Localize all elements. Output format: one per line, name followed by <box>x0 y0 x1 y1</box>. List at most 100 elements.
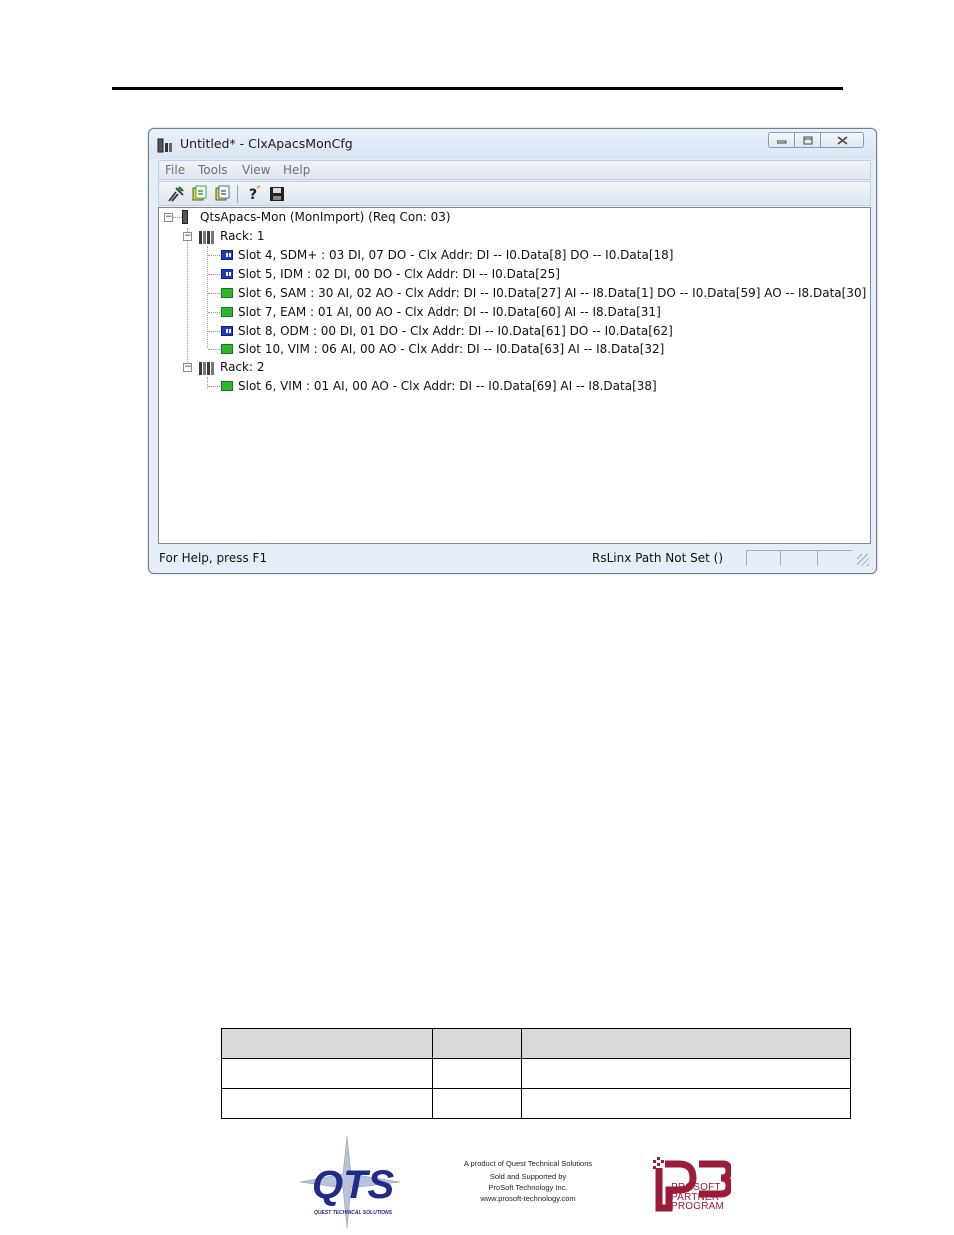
minimize-button[interactable] <box>768 132 795 148</box>
slot-label: Slot 4, SDM+ : 03 DI, 07 DO - Clx Addr: … <box>238 248 674 262</box>
close-button[interactable] <box>820 132 864 148</box>
window-title: Untitled* - ClxApacsMonCfg <box>180 136 353 151</box>
app-icon <box>157 138 172 153</box>
tree-connector <box>208 312 220 313</box>
rack1-collapse-toggle[interactable]: − <box>183 232 192 241</box>
menu-bar: File Tools View Help <box>158 160 871 180</box>
menu-file[interactable]: File <box>165 163 185 177</box>
tree-slot-node[interactable]: Slot 7, EAM : 01 AI, 00 AO - Clx Addr: D… <box>221 304 661 320</box>
table-cell <box>521 1058 851 1089</box>
svg-text:QUEST TECHNICAL SOLUTIONS: QUEST TECHNICAL SOLUTIONS <box>314 1210 393 1216</box>
toolbar: ? <box>158 181 871 206</box>
status-pane <box>746 550 780 566</box>
discrete-module-icon <box>221 250 233 260</box>
tree-slot-node[interactable]: Slot 6, VIM : 01 AI, 00 AO - Clx Addr: D… <box>221 378 657 394</box>
tree-root-label: QtsApacs-Mon (MonImport) (Req Con: 03) <box>200 210 451 224</box>
footer-line: A product of Quest Technical Solutions <box>463 1159 593 1168</box>
download-button[interactable] <box>190 185 208 203</box>
table-cell <box>221 1088 433 1119</box>
download-icon <box>192 185 207 201</box>
tree-connector <box>208 349 220 350</box>
empty-table <box>221 1028 851 1119</box>
upload-button[interactable] <box>213 185 231 203</box>
maximize-icon <box>803 136 812 144</box>
slot-label: Slot 6, SAM : 30 AI, 02 AO - Clx Addr: D… <box>238 286 867 300</box>
p3-logo-line: PROGRAM <box>671 1201 725 1212</box>
slot-label: Slot 7, EAM : 01 AI, 00 AO - Clx Addr: D… <box>238 305 661 319</box>
table-cell <box>221 1058 433 1089</box>
tree-connector <box>208 293 220 294</box>
discrete-module-icon <box>221 269 233 279</box>
analog-module-icon <box>221 381 233 391</box>
menu-view[interactable]: View <box>242 163 270 177</box>
rack2-collapse-toggle[interactable]: − <box>183 363 192 372</box>
rack-icon <box>199 360 215 375</box>
tree-view[interactable]: − QtsApacs-Mon (MonImport) (Req Con: 03)… <box>158 207 871 544</box>
save-icon <box>270 187 284 201</box>
menu-help[interactable]: Help <box>283 163 310 177</box>
footer-credits: A product of Quest Technical Solutions S… <box>440 1158 616 1204</box>
tree-connector <box>208 255 220 256</box>
menu-tools[interactable]: Tools <box>198 163 228 177</box>
status-rslinx-path: RsLinx Path Not Set () <box>592 551 724 565</box>
tree-connector <box>208 386 220 387</box>
qts-logo: QTS QUEST TECHNICAL SOLUTIONS <box>300 1136 400 1228</box>
status-help-text: For Help, press F1 <box>159 551 268 565</box>
monitor-module-icon <box>182 210 188 224</box>
app-window: Untitled* - ClxApacsMonCfg File Tools Vi… <box>148 128 877 574</box>
tree-connector <box>187 228 188 368</box>
table-cell <box>432 1088 522 1119</box>
tree-slot-node[interactable]: Slot 4, SDM+ : 03 DI, 07 DO - Clx Addr: … <box>221 247 673 263</box>
analog-module-icon <box>221 307 233 317</box>
tree-connector <box>207 377 208 389</box>
footer-line: Sold and Supported by <box>489 1172 567 1181</box>
svg-text:QTS: QTS <box>312 1163 395 1207</box>
configure-icon <box>168 186 184 202</box>
analog-module-icon <box>221 288 233 298</box>
toolbar-separator <box>237 185 238 203</box>
upload-icon <box>215 185 230 201</box>
tree-rack-node[interactable]: Rack: 1 <box>199 228 264 244</box>
status-bar: For Help, press F1 RsLinx Path Not Set (… <box>158 548 871 568</box>
page-header-rule <box>112 87 843 90</box>
resize-grip-icon[interactable] <box>857 554 869 566</box>
tree-connector <box>207 246 208 348</box>
maximize-button[interactable] <box>794 132 821 148</box>
tree-slot-node[interactable]: Slot 8, ODM : 00 DI, 01 DO - Clx Addr: D… <box>221 323 673 339</box>
minimize-icon <box>776 140 786 144</box>
svg-text:?: ? <box>249 187 257 203</box>
tree-slot-node[interactable]: Slot 6, SAM : 30 AI, 02 AO - Clx Addr: D… <box>221 285 866 301</box>
rack-label: Rack: 1 <box>220 229 265 243</box>
tree-root-node[interactable]: QtsApacs-Mon (MonImport) (Req Con: 03) <box>182 209 451 225</box>
rack-icon <box>199 229 215 244</box>
tree-slot-node[interactable]: Slot 10, VIM : 06 AI, 00 AO - Clx Addr: … <box>221 341 664 357</box>
table-row <box>221 1058 851 1089</box>
slot-label: Slot 6, VIM : 01 AI, 00 AO - Clx Addr: D… <box>238 379 657 393</box>
status-pane <box>780 550 817 566</box>
status-pane <box>817 550 852 566</box>
slot-label: Slot 10, VIM : 06 AI, 00 AO - Clx Addr: … <box>238 342 665 356</box>
tree-connector <box>208 274 220 275</box>
help-icon: ? <box>249 185 261 203</box>
table-header-row <box>221 1028 851 1059</box>
save-button[interactable] <box>268 185 286 203</box>
tree-connector <box>172 217 182 218</box>
configure-button[interactable] <box>167 185 185 203</box>
discrete-module-icon <box>221 326 233 336</box>
table-row <box>221 1088 851 1119</box>
close-icon <box>837 135 847 145</box>
root-collapse-toggle[interactable]: − <box>164 213 173 222</box>
slot-label: Slot 5, IDM : 02 DI, 00 DO - Clx Addr: D… <box>238 267 560 281</box>
tree-slot-node[interactable]: Slot 5, IDM : 02 DI, 00 DO - Clx Addr: D… <box>221 266 560 282</box>
table-header-cell <box>221 1028 433 1059</box>
tree-rack-node[interactable]: Rack: 2 <box>199 359 264 375</box>
help-button[interactable]: ? <box>245 185 263 203</box>
slot-label: Slot 8, ODM : 00 DI, 01 DO - Clx Addr: D… <box>238 324 673 338</box>
footer-line: www.prosoft-technology.com <box>480 1194 576 1203</box>
table-cell <box>521 1088 851 1119</box>
tree-connector <box>208 331 220 332</box>
table-header-cell <box>521 1028 851 1059</box>
footer-line: ProSoft Technology Inc. <box>488 1183 568 1192</box>
title-bar[interactable]: Untitled* - ClxApacsMonCfg <box>149 129 876 159</box>
analog-module-icon <box>221 344 233 354</box>
